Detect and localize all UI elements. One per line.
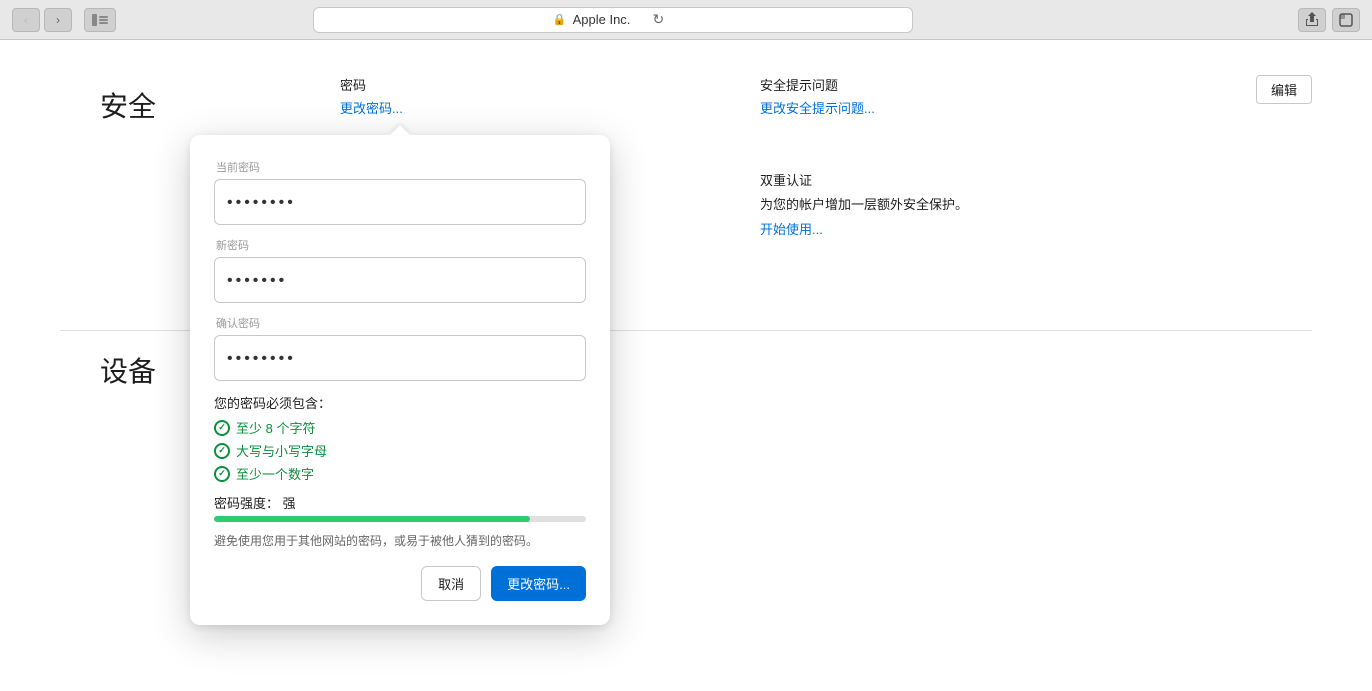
current-password-field[interactable]: ••••••••	[214, 179, 586, 225]
req-1-text: 至少 8 个字符	[236, 418, 315, 437]
two-factor-link[interactable]: 开始使用...	[760, 222, 823, 237]
password-requirements: 您的密码必须包含： 至少 8 个字符 大写与小写字母 至少一个数字	[214, 393, 586, 483]
browser-right-buttons	[1298, 8, 1360, 32]
password-change-popup: 当前密码 •••••••• 新密码 ••••••• 确认密码 •••••••• …	[190, 135, 610, 625]
popup-buttons: 取消 更改密码...	[214, 566, 586, 601]
sidebar-icon	[92, 14, 108, 26]
change-password-link[interactable]: 更改密码...	[340, 101, 403, 116]
current-password-group: 当前密码 ••••••••	[214, 159, 586, 225]
req-check-3	[214, 466, 230, 482]
strength-label: 密码强度： 强	[214, 493, 586, 512]
req-check-2	[214, 443, 230, 459]
password-warning: 避免使用您用于其他网站的密码，或易于被他人猜到的密码。	[214, 532, 586, 550]
address-text: Apple Inc.	[573, 12, 631, 27]
req-3-text: 至少一个数字	[236, 464, 314, 483]
new-password-group: 新密码 •••••••	[214, 237, 586, 303]
reload-button[interactable]: ↻	[644, 8, 672, 32]
current-password-placeholder: 当前密码	[214, 159, 586, 175]
two-factor-column: 双重认证 为您的帐户增加一层额外安全保护。 开始使用...	[760, 170, 968, 239]
password-column: 密码 更改密码...	[340, 75, 403, 118]
new-password-placeholder: 新密码	[214, 237, 586, 253]
back-button[interactable]: ‹	[12, 8, 40, 32]
confirm-password-placeholder: 确认密码	[214, 315, 586, 331]
strength-bar-background	[214, 516, 586, 522]
page-content: 安全 密码 更改密码... 安全提示问题 更改安全提示问题... 编辑 双重认证…	[0, 40, 1372, 691]
current-password-dots: ••••••••	[227, 188, 573, 216]
two-factor-label: 双重认证	[760, 170, 968, 189]
security-question-column: 安全提示问题 更改安全提示问题...	[760, 75, 875, 118]
cancel-button[interactable]: 取消	[421, 566, 481, 601]
change-security-question-link[interactable]: 更改安全提示问题...	[760, 101, 875, 116]
req-mixed-case: 大写与小写字母	[214, 441, 586, 460]
strength-bar-fill	[214, 516, 530, 522]
new-password-field[interactable]: •••••••	[214, 257, 586, 303]
req-number: 至少一个数字	[214, 464, 586, 483]
share-icon	[1305, 12, 1319, 28]
change-password-button[interactable]: 更改密码...	[491, 566, 586, 601]
browser-chrome: ‹ › 🔒 Apple Inc. ↻	[0, 0, 1372, 40]
address-bar[interactable]: 🔒 Apple Inc. ↻	[313, 7, 913, 33]
confirm-password-group: 确认密码 ••••••••	[214, 315, 586, 381]
edit-button[interactable]: 编辑	[1256, 75, 1312, 104]
devices-section-title: 设备	[100, 350, 156, 390]
requirements-title: 您的密码必须包含：	[214, 393, 586, 412]
new-password-dots: •••••••	[227, 266, 573, 294]
two-factor-desc: 为您的帐户增加一层额外安全保护。	[760, 195, 968, 215]
confirm-password-field[interactable]: ••••••••	[214, 335, 586, 381]
share-button[interactable]	[1298, 8, 1326, 32]
security-question-label: 安全提示问题	[760, 75, 875, 94]
new-tab-icon	[1339, 13, 1353, 27]
security-section-title: 安全	[100, 85, 156, 125]
confirm-password-dots: ••••••••	[227, 344, 573, 372]
req-min-chars: 至少 8 个字符	[214, 418, 586, 437]
nav-buttons: ‹ ›	[12, 8, 72, 32]
forward-button[interactable]: ›	[44, 8, 72, 32]
lock-icon: 🔒	[553, 13, 567, 26]
req-check-1	[214, 420, 230, 436]
new-tab-button[interactable]	[1332, 8, 1360, 32]
password-label: 密码	[340, 75, 403, 94]
password-strength-section: 密码强度： 强	[214, 493, 586, 522]
strength-value: 强	[283, 496, 296, 511]
sidebar-toggle-button[interactable]	[84, 8, 116, 32]
req-2-text: 大写与小写字母	[236, 441, 327, 460]
